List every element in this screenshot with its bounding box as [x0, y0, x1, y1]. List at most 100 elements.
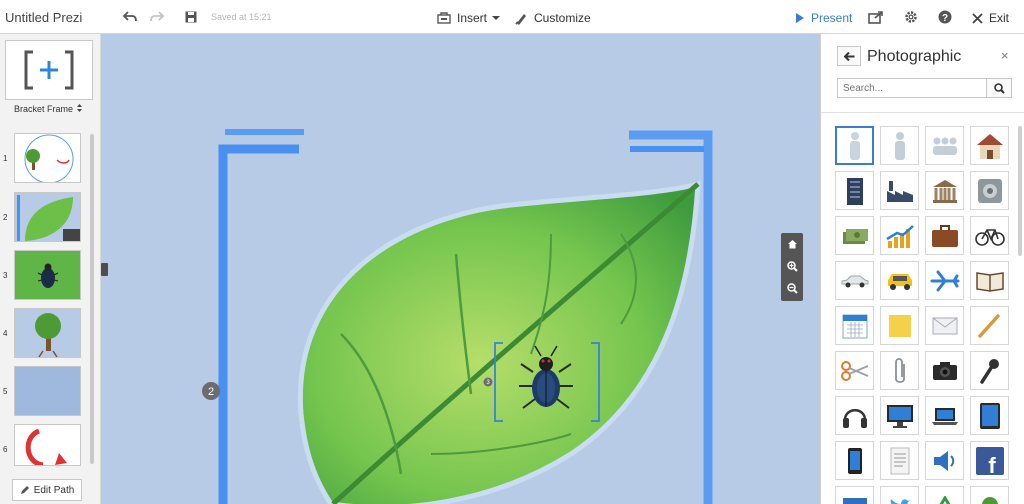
book-icon-tile[interactable]	[970, 261, 1009, 300]
envelope-icon-tile[interactable]	[925, 306, 964, 345]
insert-label: Insert	[457, 11, 488, 25]
laptop-icon-tile[interactable]	[925, 396, 964, 435]
house-icon-tile[interactable]	[970, 126, 1009, 165]
gear-icon[interactable]	[902, 8, 920, 26]
sticky-note-icon-tile[interactable]	[880, 306, 919, 345]
car-icon-tile[interactable]	[835, 261, 874, 300]
brush-icon	[515, 13, 526, 25]
money-icon	[842, 228, 868, 244]
presentation-title[interactable]: Untitled Prezi	[5, 10, 82, 25]
headphones-icon	[842, 408, 867, 428]
group-icon-tile[interactable]	[925, 126, 964, 165]
bank-icon	[932, 179, 957, 203]
taxi-icon	[887, 273, 912, 290]
undo-icon[interactable]	[121, 8, 139, 26]
arrow-left-icon	[843, 51, 854, 61]
help-icon[interactable]: ?	[936, 8, 954, 26]
speaker-icon	[933, 450, 954, 471]
play-icon	[796, 13, 804, 23]
panel-divider	[821, 112, 1024, 113]
symbol-search-input[interactable]	[837, 78, 987, 98]
pencil-icon	[977, 313, 1000, 338]
slide-thumbnail-3[interactable]	[14, 250, 81, 300]
tree-icon	[981, 496, 998, 504]
phone-icon-tile[interactable]	[835, 441, 874, 480]
search-button[interactable]	[986, 78, 1012, 98]
bracket-frame-button[interactable]	[5, 40, 93, 100]
person-icon	[894, 131, 905, 160]
id-card-icon-tile[interactable]	[835, 486, 874, 504]
scissors-icon-tile[interactable]	[835, 351, 874, 390]
left-panel: Bracket Frame 1 2 3 4 5 6 Edit Path	[0, 34, 101, 504]
growth-chart-icon-tile[interactable]	[880, 216, 919, 255]
path-marker-label: 2	[208, 386, 214, 398]
present-button[interactable]: Present	[795, 9, 852, 27]
search-icon	[993, 82, 1005, 94]
slide-thumbnail-4[interactable]	[14, 308, 81, 358]
paperclip-icon-tile[interactable]	[880, 351, 919, 390]
microphone-icon	[979, 358, 999, 384]
insert-menu-button[interactable]: Insert	[437, 9, 501, 27]
bank-icon-tile[interactable]	[925, 171, 964, 210]
panel-collapse-handle[interactable]	[101, 263, 108, 276]
slide-number: 5	[3, 387, 8, 396]
symbols-panel: Photographic × Search... f	[820, 34, 1024, 504]
pencil-icon-tile[interactable]	[970, 306, 1009, 345]
close-icon[interactable]: ×	[1001, 48, 1009, 63]
presentation-canvas[interactable]: 2 3	[101, 34, 820, 504]
slide-list-scrollbar[interactable]	[90, 134, 94, 464]
briefcase-icon-tile[interactable]	[925, 216, 964, 255]
factory-icon-tile[interactable]	[880, 171, 919, 210]
symbol-grid-scrollbar[interactable]	[1018, 126, 1022, 256]
slide-thumbnail-5[interactable]	[14, 366, 81, 416]
airplane-icon-tile[interactable]	[925, 261, 964, 300]
recycle-icon-tile[interactable]	[925, 486, 964, 504]
zoom-out-icon[interactable]	[781, 277, 803, 299]
headphones-icon-tile[interactable]	[835, 396, 874, 435]
customize-label: Customize	[534, 11, 591, 25]
edit-path-button[interactable]: Edit Path	[12, 479, 82, 501]
growth-chart-icon	[885, 224, 914, 248]
twitter-icon	[890, 498, 911, 504]
slide-number: 6	[3, 445, 8, 454]
save-icon[interactable]	[182, 8, 200, 26]
exit-button[interactable]: Exit	[972, 9, 1009, 27]
speaker-icon-tile[interactable]	[925, 441, 964, 480]
person-icon-tile[interactable]	[835, 126, 874, 165]
bicycle-icon-tile[interactable]	[970, 216, 1009, 255]
money-icon-tile[interactable]	[835, 216, 874, 255]
scissors-icon	[840, 360, 868, 381]
redo-icon[interactable]	[148, 8, 166, 26]
tablet-icon-tile[interactable]	[970, 396, 1009, 435]
share-icon[interactable]	[867, 8, 885, 26]
phone-icon	[847, 447, 862, 474]
tree-icon-tile[interactable]	[970, 486, 1009, 504]
slide-thumbnail-6[interactable]	[14, 424, 81, 466]
slide-thumbnail-1[interactable]	[14, 133, 81, 183]
microphone-icon-tile[interactable]	[970, 351, 1009, 390]
safe-icon-tile[interactable]	[970, 171, 1009, 210]
zoom-in-icon[interactable]	[781, 255, 803, 277]
facebook-icon-tile[interactable]: f	[970, 441, 1009, 480]
saved-status: Saved at 15:21	[211, 12, 272, 22]
back-button[interactable]	[837, 46, 861, 66]
house-icon	[976, 133, 1003, 159]
twitter-icon-tile[interactable]	[880, 486, 919, 504]
home-icon[interactable]	[781, 233, 803, 255]
chevron-down-icon	[492, 16, 501, 20]
person-icon-tile[interactable]	[880, 126, 919, 165]
customize-button[interactable]: Customize	[515, 9, 591, 27]
document-icon-tile[interactable]	[880, 441, 919, 480]
top-toolbar: Untitled Prezi Saved at 15:21 Insert Cus…	[0, 0, 1024, 34]
exit-label: Exit	[989, 11, 1010, 25]
slide-thumbnail-2[interactable]	[14, 192, 81, 242]
id-card-icon	[842, 497, 867, 504]
monitor-icon-tile[interactable]	[880, 396, 919, 435]
calendar-icon-tile[interactable]	[835, 306, 874, 345]
taxi-icon-tile[interactable]	[880, 261, 919, 300]
building-icon-tile[interactable]	[835, 171, 874, 210]
facebook-letter: f	[988, 453, 996, 476]
frame-type-select[interactable]: Bracket Frame	[14, 104, 83, 114]
document-icon	[890, 447, 909, 474]
camera-icon-tile[interactable]	[925, 351, 964, 390]
